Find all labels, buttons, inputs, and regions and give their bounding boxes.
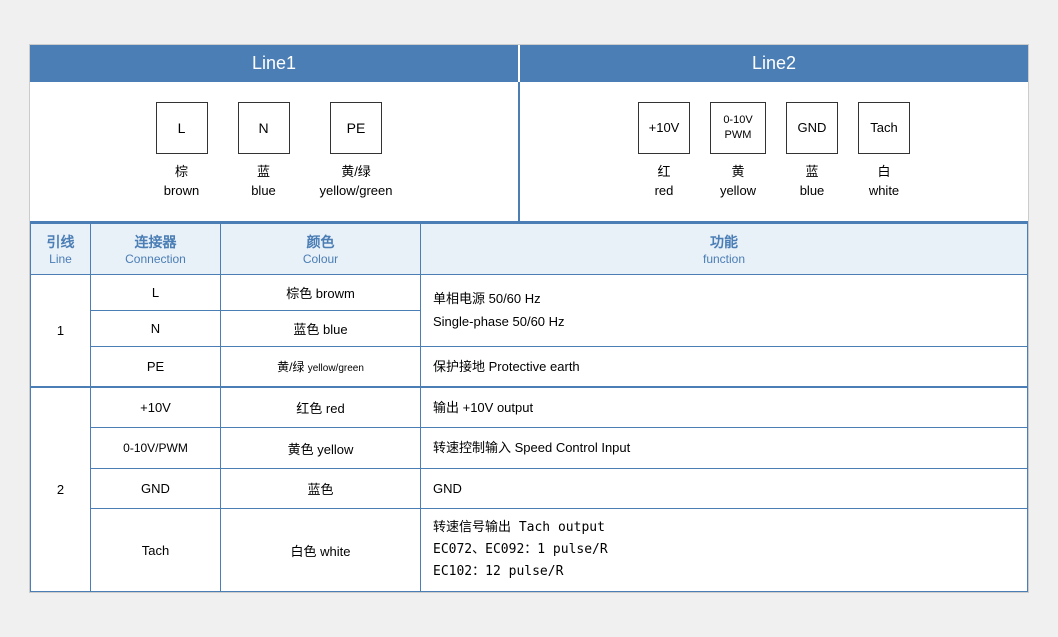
table-row: 2 +10V 红色 red 输出 +10V output [31, 387, 1028, 428]
diagram-line1: L 棕brown N 蓝blue PE 黄/绿yellow/green [30, 82, 520, 221]
col-line-en: Line [43, 252, 78, 266]
connector-pwm: 0-10VPWM 黄yellow [710, 102, 766, 201]
conn-cell-PE: PE [91, 346, 221, 387]
connector-label-10V: 红red [655, 162, 674, 201]
func-cell-tach: 转速信号输出 Tach output EC072、EC092：1 pulse/R… [421, 509, 1028, 592]
connector-label-L: 棕brown [164, 162, 199, 201]
func-cell-gnd: GND [421, 468, 1028, 508]
conn-cell-N: N [91, 310, 221, 346]
func-cell-pwm: 转速控制输入 Speed Control Input [421, 428, 1028, 468]
colour-cell-N: 蓝色 blue [221, 310, 421, 346]
col-colour-en: Colour [233, 252, 408, 266]
colour-cell-tach: 白色 white [221, 509, 421, 592]
connector-box-Tach: Tach [858, 102, 910, 154]
col-line-zh: 引线 [47, 234, 75, 250]
connector-box-GND: GND [786, 102, 838, 154]
col-header-colour: 颜色 Colour [221, 223, 421, 274]
connector-N: N 蓝blue [238, 102, 290, 201]
line-number-1: 1 [31, 274, 91, 387]
table-row: 0-10V/PWM 黄色 yellow 转速控制输入 Speed Control… [31, 428, 1028, 468]
connector-box-PE: PE [330, 102, 382, 154]
table-row: PE 黄/绿 yellow/green 保护接地 Protective eart… [31, 346, 1028, 387]
conn-cell-10V: +10V [91, 387, 221, 428]
connector-box-L: L [156, 102, 208, 154]
col-conn-zh: 连接器 [135, 234, 177, 250]
conn-cell-L: L [91, 274, 221, 310]
colour-cell-L: 棕色 browm [221, 274, 421, 310]
connector-label-pwm: 黄yellow [720, 162, 756, 201]
func-cell-10V: 输出 +10V output [421, 387, 1028, 428]
connector-GND: GND 蓝blue [786, 102, 838, 201]
connector-Tach: Tach 白white [858, 102, 910, 201]
conn-cell-gnd: GND [91, 468, 221, 508]
col-header-line: 引线 Line [31, 223, 91, 274]
connector-label-Tach: 白white [869, 162, 899, 201]
func-cell-L-N: 单相电源 50/60 Hz Single-phase 50/60 Hz [421, 274, 1028, 346]
main-container: Line1 Line2 L 棕brown N 蓝blue PE 黄/绿yello… [29, 44, 1029, 594]
diagram-row: L 棕brown N 蓝blue PE 黄/绿yellow/green +10V… [30, 82, 1028, 223]
data-table: 引线 Line 连接器 Connection 颜色 Colour 功能 func… [30, 223, 1028, 593]
header-line2: Line2 [520, 45, 1028, 82]
col-func-en: function [433, 252, 1015, 266]
diagram-line2: +10V 红red 0-10VPWM 黄yellow GND 蓝blue Tac… [520, 82, 1028, 221]
colour-cell-10V: 红色 red [221, 387, 421, 428]
header-row: Line1 Line2 [30, 45, 1028, 82]
connector-label-PE: 黄/绿yellow/green [320, 162, 393, 201]
connector-box-10V: +10V [638, 102, 690, 154]
table-row: GND 蓝色 GND [31, 468, 1028, 508]
connector-box-N: N [238, 102, 290, 154]
table-row: 1 L 棕色 browm 单相电源 50/60 Hz Single-phase … [31, 274, 1028, 310]
conn-cell-tach: Tach [91, 509, 221, 592]
table-body: 1 L 棕色 browm 单相电源 50/60 Hz Single-phase … [31, 274, 1028, 592]
col-conn-en: Connection [103, 252, 208, 266]
col-func-zh: 功能 [710, 234, 738, 250]
header-line1: Line1 [30, 45, 520, 82]
col-header-func: 功能 function [421, 223, 1028, 274]
connector-label-GND: 蓝blue [800, 162, 825, 201]
colour-cell-PE: 黄/绿 yellow/green [221, 346, 421, 387]
connector-box-pwm: 0-10VPWM [710, 102, 766, 154]
table-row: Tach 白色 white 转速信号输出 Tach output EC072、E… [31, 509, 1028, 592]
func-cell-PE: 保护接地 Protective earth [421, 346, 1028, 387]
table-header-row: 引线 Line 连接器 Connection 颜色 Colour 功能 func… [31, 223, 1028, 274]
connector-10V: +10V 红red [638, 102, 690, 201]
connector-L: L 棕brown [156, 102, 208, 201]
col-header-conn: 连接器 Connection [91, 223, 221, 274]
colour-cell-pwm: 黄色 yellow [221, 428, 421, 468]
connector-PE: PE 黄/绿yellow/green [320, 102, 393, 201]
line-number-2: 2 [31, 387, 91, 592]
colour-cell-gnd: 蓝色 [221, 468, 421, 508]
connector-label-N: 蓝blue [251, 162, 276, 201]
col-colour-zh: 颜色 [307, 234, 335, 250]
conn-cell-pwm: 0-10V/PWM [91, 428, 221, 468]
